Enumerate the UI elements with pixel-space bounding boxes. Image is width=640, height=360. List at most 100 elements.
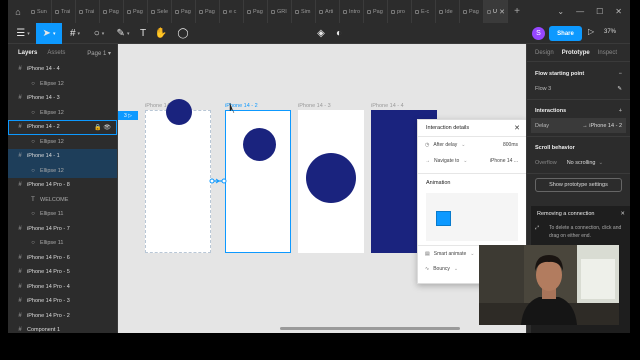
- browser-tab[interactable]: pro: [388, 0, 412, 23]
- file-icon: [415, 9, 419, 14]
- interaction-item[interactable]: Delay → iPhone 14 - 2: [531, 118, 626, 133]
- browser-tab[interactable]: Sun: [28, 0, 52, 23]
- maximize-icon[interactable]: ☐: [596, 7, 603, 16]
- layer-item[interactable]: # iPhone 14 - 3: [8, 91, 117, 106]
- tab-inspect[interactable]: Inspect: [598, 50, 617, 56]
- layer-item[interactable]: # iPhone 14 Pro - 5: [8, 265, 117, 280]
- browser-tab[interactable]: Trai: [52, 0, 76, 23]
- browser-tab[interactable]: Pag: [244, 0, 268, 23]
- minimize-icon[interactable]: —: [576, 7, 584, 16]
- avatar[interactable]: S: [532, 27, 545, 40]
- edit-icon[interactable]: ✎: [617, 86, 622, 92]
- close-icon[interactable]: ✕: [514, 124, 520, 132]
- flow-name: Flow 3: [535, 85, 552, 92]
- overflow-select[interactable]: No scrolling: [567, 160, 596, 166]
- present-play-icon[interactable]: ▷: [588, 27, 594, 36]
- delay-value[interactable]: 800ms: [503, 142, 518, 148]
- tab-design[interactable]: Design: [535, 50, 554, 56]
- animation-type-select[interactable]: Smart animate: [434, 251, 467, 257]
- layer-item[interactable]: ○ Ellipse 12: [8, 163, 117, 178]
- main-menu-icon[interactable]: ☰ ▾: [12, 23, 34, 44]
- layer-item[interactable]: # iPhone 14 - 2 🔒 👁: [8, 120, 117, 135]
- layer-item[interactable]: T WELCOME: [8, 193, 117, 208]
- browser-tab[interactable]: Pag: [460, 0, 484, 23]
- tab-assets[interactable]: Assets: [47, 50, 65, 56]
- layer-item[interactable]: # iPhone 14 Pro - 2: [8, 309, 117, 324]
- file-icon: [55, 9, 59, 14]
- action-select[interactable]: Navigate to: [434, 158, 459, 164]
- flow-item[interactable]: Flow 3 ✎: [527, 81, 630, 96]
- shape-tool-icon[interactable]: ○ ▾: [88, 23, 110, 44]
- browser-tab[interactable]: U ✕: [484, 0, 508, 23]
- layer-item[interactable]: ○ Ellipse 12: [8, 77, 117, 92]
- browser-tab[interactable]: Arti: [316, 0, 340, 23]
- browser-tab[interactable]: Pag: [100, 0, 124, 23]
- show-prototype-settings-button[interactable]: Show prototype settings: [535, 178, 622, 192]
- browser-tab[interactable]: Pag: [124, 0, 148, 23]
- frame-icon: #: [18, 312, 22, 319]
- text-tool-icon[interactable]: T: [136, 23, 150, 44]
- comment-tool-icon[interactable]: ◯: [176, 23, 190, 44]
- close-icon[interactable]: ✕: [620, 211, 625, 217]
- zoom-level[interactable]: 37%: [604, 29, 616, 35]
- layer-item[interactable]: ○ Ellipse 12: [8, 106, 117, 121]
- file-icon: [247, 9, 251, 14]
- browser-tab[interactable]: Intro: [340, 0, 364, 23]
- close-icon[interactable]: ✕: [615, 7, 622, 16]
- layer-item[interactable]: # iPhone 14 Pro - 4: [8, 280, 117, 295]
- layer-item[interactable]: # iPhone 14 Pro - 6: [8, 251, 117, 266]
- close-icon[interactable]: ✕: [499, 8, 507, 16]
- layer-item[interactable]: # iPhone 14 Pro - 3: [8, 294, 117, 309]
- browser-tab[interactable]: Pag: [364, 0, 388, 23]
- trigger-select[interactable]: After delay: [433, 142, 457, 148]
- layer-item[interactable]: # iPhone 14 - 4: [8, 62, 117, 77]
- lock-visibility-icons[interactable]: 🔒 👁: [94, 124, 111, 131]
- overflow-row[interactable]: Overflow No scrolling ⌄: [527, 155, 630, 170]
- layer-item[interactable]: ○ Ellipse 11: [8, 236, 117, 251]
- file-icon: [151, 9, 155, 14]
- plus-icon[interactable]: +: [619, 108, 622, 114]
- design-canvas[interactable]: 3 ▷ iPhone 14 - 1 iPhone 14 - 2 iPhone 1…: [118, 44, 526, 333]
- browser-tab[interactable]: GRI: [268, 0, 292, 23]
- page-selector[interactable]: Page 1 ▾: [87, 50, 111, 57]
- layer-item[interactable]: # iPhone 14 - 1: [8, 149, 117, 164]
- minus-icon[interactable]: −: [619, 71, 622, 77]
- destination-select[interactable]: iPhone 14 ...: [490, 158, 518, 164]
- layer-item[interactable]: # iPhone 14 Pro - 7: [8, 222, 117, 237]
- hand-tool-icon[interactable]: ✋: [154, 23, 168, 44]
- layer-item[interactable]: # iPhone 14 Pro - 8: [8, 178, 117, 193]
- pen-tool-icon[interactable]: ✎ ▾: [112, 23, 134, 44]
- file-icon: [487, 9, 491, 14]
- share-button[interactable]: Share: [549, 26, 582, 41]
- layer-item[interactable]: ○ Ellipse 11: [8, 207, 117, 222]
- animation-preview: [426, 193, 518, 241]
- home-icon[interactable]: ⌂: [8, 0, 28, 23]
- easing-select[interactable]: Bouncy: [433, 266, 450, 272]
- horizontal-scrollbar[interactable]: [280, 327, 460, 330]
- browser-tab[interactable]: Sim: [292, 0, 316, 23]
- action-row[interactable]: → Navigate to ⌄ iPhone 14 ...: [418, 153, 526, 169]
- components-icon[interactable]: ◈: [314, 23, 328, 44]
- popup-title: Removing a connection: [537, 211, 595, 217]
- layer-item[interactable]: # Component 1: [8, 323, 117, 333]
- browser-tab[interactable]: Pag: [172, 0, 196, 23]
- browser-tab[interactable]: Ide: [436, 0, 460, 23]
- layer-name: iPhone 14 - 4: [27, 66, 60, 73]
- frame-tool-icon[interactable]: # ▾: [64, 23, 86, 44]
- tab-label: Pag: [205, 8, 215, 15]
- frame-icon: #: [18, 225, 22, 232]
- browser-tab[interactable]: Trai: [76, 0, 100, 23]
- new-tab-button[interactable]: +: [508, 0, 526, 23]
- layer-item[interactable]: ○ Ellipse 12: [8, 135, 117, 150]
- move-tool-icon[interactable]: ➤ ▾: [36, 23, 62, 44]
- tab-layers[interactable]: Layers: [18, 50, 37, 56]
- browser-tab[interactable]: e c: [220, 0, 244, 23]
- browser-tab[interactable]: E-c: [412, 0, 436, 23]
- trigger-row[interactable]: ◷ After delay ⌄ 800ms: [418, 137, 526, 153]
- browser-tab[interactable]: Sele: [148, 0, 172, 23]
- chevron-down-icon[interactable]: ⌄: [557, 7, 564, 16]
- tab-prototype[interactable]: Prototype: [562, 50, 590, 56]
- drag-icon: ⤢: [535, 225, 540, 231]
- contrast-icon[interactable]: ◐: [332, 23, 346, 44]
- browser-tab[interactable]: Pag: [196, 0, 220, 23]
